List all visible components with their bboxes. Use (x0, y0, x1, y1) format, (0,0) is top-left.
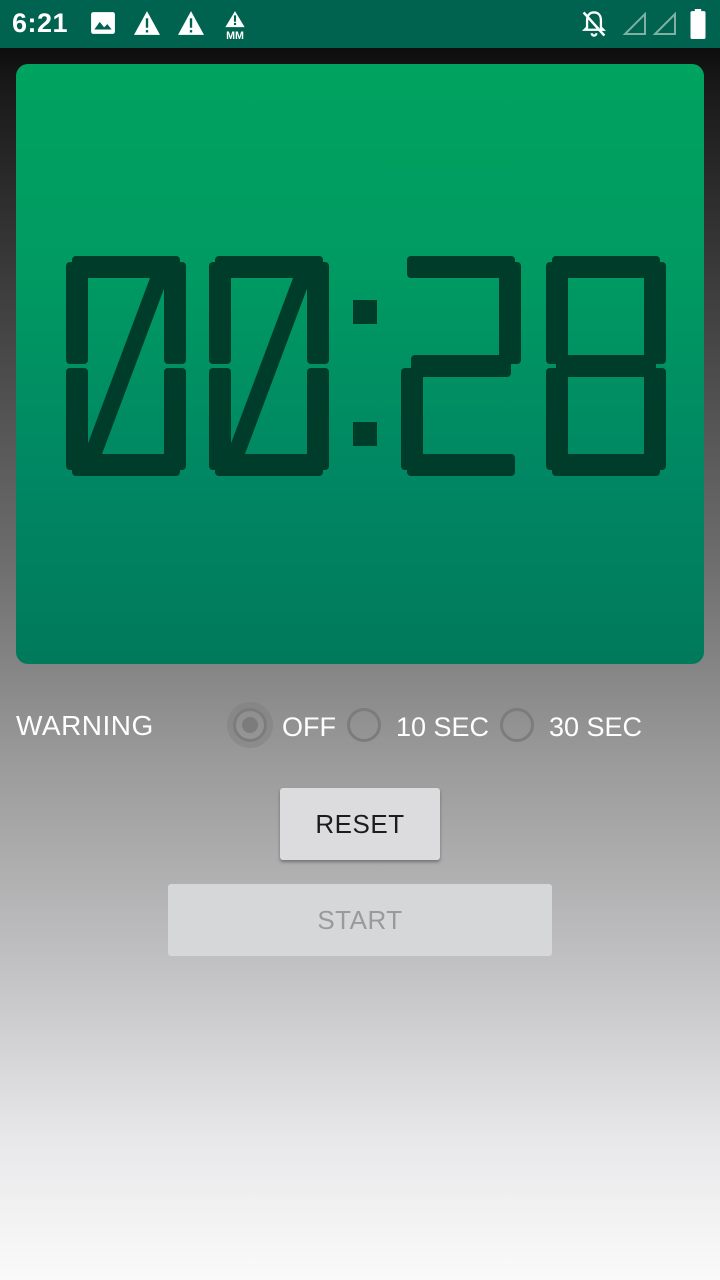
digit-segment (215, 256, 323, 278)
signal-empty-icon (652, 11, 678, 41)
digit-segment (66, 368, 88, 470)
svg-text:MM: MM (226, 30, 244, 40)
digit-segment (552, 454, 660, 476)
timer-panel (16, 64, 704, 664)
timer-display (66, 256, 666, 476)
status-time: 6:21 (12, 8, 69, 38)
digit-segment (72, 256, 180, 278)
digit-segment (644, 262, 666, 364)
digit-segment (209, 368, 231, 470)
digit-segment (209, 262, 231, 364)
digit-segment (66, 262, 88, 364)
signal-empty-icon (622, 11, 648, 41)
digit-segment (411, 355, 511, 377)
radio-10-sec[interactable] (347, 708, 381, 742)
digit-segment (407, 454, 515, 476)
digit-segment (307, 262, 329, 364)
notifications-off-icon (580, 9, 608, 44)
timer-digit (546, 256, 666, 476)
battery-icon (690, 9, 706, 44)
colon-dot (353, 422, 377, 446)
digit-segment (546, 368, 568, 470)
digit-slash (227, 278, 311, 454)
reset-button[interactable]: RESET (280, 788, 440, 860)
timer-digit (209, 256, 329, 476)
digit-segment (499, 262, 521, 364)
radio-off[interactable] (233, 708, 267, 742)
digit-segment (552, 256, 660, 278)
digit-slash (84, 278, 168, 454)
digit-segment (546, 262, 568, 364)
timer-digit (66, 256, 186, 476)
radio-30-sec-label[interactable]: 30 SEC (549, 712, 642, 743)
digit-segment (556, 355, 656, 377)
status-bar: 6:21 MM (0, 0, 720, 48)
digit-segment (407, 256, 515, 278)
mm-warning-icon: MM (222, 10, 248, 45)
image-icon (90, 10, 116, 41)
warning-icon (132, 10, 162, 41)
timer-digit (401, 256, 521, 476)
digit-segment (164, 262, 186, 364)
radio-dot (242, 717, 258, 733)
radio-off-label[interactable]: OFF (282, 712, 336, 743)
radio-30-sec[interactable] (500, 708, 534, 742)
warning-label: WARNING (16, 710, 154, 741)
warning-icon (176, 10, 206, 41)
start-button[interactable]: START (168, 884, 552, 956)
colon-dot (353, 300, 377, 324)
radio-10-sec-label[interactable]: 10 SEC (396, 712, 489, 743)
digit-segment (215, 454, 323, 476)
digit-segment (72, 454, 180, 476)
